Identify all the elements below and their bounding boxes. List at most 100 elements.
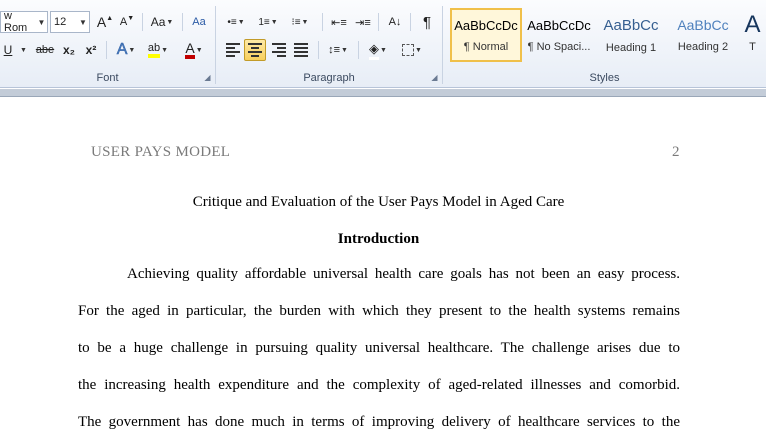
body-line: the increasing health expenditure and th… [78,377,680,393]
section-heading: Introduction [337,231,420,247]
increase-indent-icon: ⇥≡ [355,16,371,29]
ribbon: w Rom ▼ 12 ▼ A ▲ A ▼ Aa ▼ Aa U ▼ abe x₂ … [0,0,766,88]
multilevel-list-icon: ⁝≡ [291,16,301,28]
separator [142,13,143,31]
style-name: Heading 1 [605,41,657,54]
decrease-indent-button[interactable]: ⇤≡ [328,11,350,33]
shrink-font-button[interactable]: A ▼ [116,11,138,33]
style-preview: A [744,11,761,38]
justify-icon [294,41,308,59]
font-color-button[interactable]: A ▼ [178,39,210,61]
subscript-icon: x₂ [62,43,75,57]
borders-icon [402,44,415,56]
dialog-launcher-icon[interactable]: ◢ [203,73,212,82]
clear-formatting-icon: Aa [192,16,206,28]
shrink-font-icon: A [119,16,128,28]
style-name: ¶ No Spaci... [527,40,591,53]
sort-button[interactable]: A↓ [384,11,406,33]
style-name: T [749,41,756,53]
change-case-button[interactable]: Aa ▼ [148,11,176,33]
strikethrough-icon: abe [35,44,55,56]
style-no-spacing[interactable]: AaBbCcDc ¶ No Spaci... [523,8,595,62]
font-size-value: 12 [54,16,67,28]
style-heading-2[interactable]: AaBbCc Heading 2 [667,8,739,62]
strikethrough-button[interactable]: abe [32,39,58,61]
styles-group: AaBbCcDc ¶ Normal AaBbCcDc ¶ No Spaci...… [443,0,766,88]
style-normal[interactable]: AaBbCcDc ¶ Normal [450,8,522,62]
show-formatting-marks-button[interactable]: ¶ [416,11,438,33]
highlight-icon: ab [147,42,161,58]
text-effects-button[interactable]: A ▼ [112,39,140,61]
paragraph-group-label: Paragraph [303,72,355,84]
align-center-icon [248,41,262,59]
paint-bucket-icon: ◈ [369,41,380,60]
paragraph-group: •≡ ▼ 1≡ ▼ ⁝≡ ▼ ⇤≡ ⇥≡ A↓ ¶ ↕≡ ▼ ◈ ▼ ▼ Par… [216,0,442,88]
text-effects-icon: A [116,41,128,59]
align-center-button[interactable] [244,39,266,61]
separator [106,41,107,59]
page-header-text: USER PAYS MODEL [91,144,231,160]
ruler-gap [0,89,766,97]
bullets-button[interactable]: •≡ ▼ [222,11,250,33]
chevron-down-icon: ▼ [20,46,27,54]
underline-icon: U [3,43,13,57]
chevron-down-icon[interactable]: ▼ [77,18,89,27]
font-group: w Rom ▼ 12 ▼ A ▲ A ▼ Aa ▼ Aa U ▼ abe x₂ … [0,0,215,88]
sort-icon: A↓ [388,16,402,28]
align-right-icon [272,41,286,59]
style-name: ¶ Normal [463,40,509,53]
page-number: 2 [672,144,680,160]
increase-indent-button[interactable]: ⇥≡ [352,11,374,33]
bullets-icon: •≡ [227,16,237,28]
align-left-button[interactable] [222,39,244,61]
change-case-icon: Aa [150,15,166,29]
separator [322,13,323,31]
style-name: Heading 2 [677,41,729,53]
line-spacing-icon: ↕≡ [328,44,340,56]
separator [410,13,411,31]
separator [182,13,183,31]
style-preview: AaBbCcDc [454,17,518,33]
highlight-button[interactable]: ab ▼ [142,39,174,61]
font-name-combo[interactable]: w Rom ▼ [0,10,48,34]
body-line: to be a huge challenge in pursuing quali… [78,340,680,356]
body-line: The government has done much in terms of… [78,414,680,430]
font-color-icon: A [185,41,195,59]
style-preview: AaBbCc [603,16,659,34]
superscript-icon: x² [85,43,97,57]
clear-formatting-button[interactable]: Aa [188,11,210,33]
style-heading-1[interactable]: AaBbCc Heading 1 [595,8,667,62]
shading-button[interactable]: ◈ ▼ [364,39,392,61]
align-right-button[interactable] [268,39,290,61]
body-line: For the aged in particular, the burden w… [78,303,680,319]
line-spacing-button[interactable]: ↕≡ ▼ [324,39,352,61]
document-page[interactable]: USER PAYS MODEL 2 Critique and Evaluatio… [0,98,766,444]
font-group-label: Font [96,72,119,84]
decrease-indent-icon: ⇤≡ [331,16,347,29]
separator [318,41,319,59]
superscript-button[interactable]: x² [80,39,102,61]
grow-font-icon: A [96,14,107,30]
pilcrow-icon: ¶ [422,13,432,31]
grow-font-button[interactable]: A ▲ [94,11,116,33]
body-line: Achieving quality affordable universal h… [127,266,680,282]
font-name-value: w Rom [4,10,28,34]
borders-button[interactable]: ▼ [398,39,426,61]
numbering-button[interactable]: 1≡ ▼ [254,11,282,33]
styles-group-label: Styles [589,72,620,84]
underline-dropdown[interactable]: ▼ [16,39,30,61]
style-preview: AaBbCcDc [527,17,591,33]
separator [358,41,359,59]
dialog-launcher-icon[interactable]: ◢ [430,73,439,82]
style-title[interactable]: A T [739,8,766,62]
justify-button[interactable] [290,39,312,61]
align-left-icon [226,41,240,59]
underline-button[interactable]: U [0,39,16,61]
chevron-down-icon[interactable]: ▼ [36,18,47,27]
font-size-combo[interactable]: 12 ▼ [50,11,90,33]
separator [378,13,379,31]
style-preview: AaBbCc [677,17,729,33]
multilevel-list-button[interactable]: ⁝≡ ▼ [286,11,314,33]
subscript-button[interactable]: x₂ [58,39,80,61]
numbering-icon: 1≡ [258,16,270,28]
